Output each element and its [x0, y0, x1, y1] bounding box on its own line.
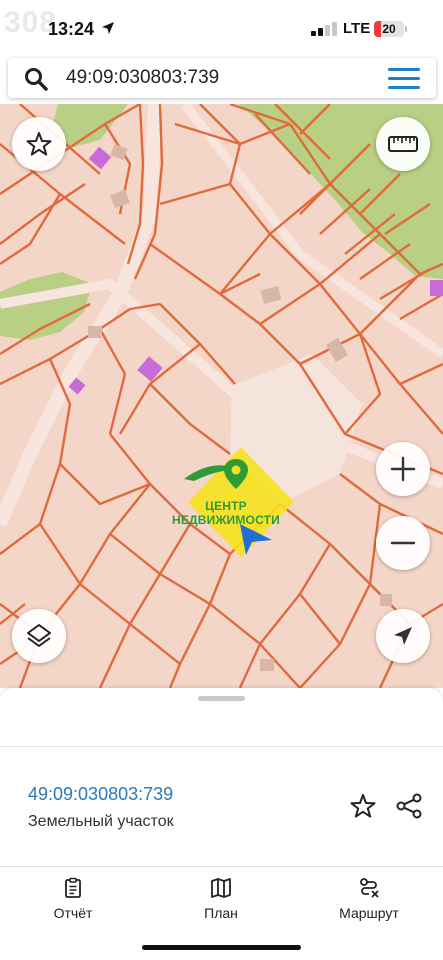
sheet-divider [0, 746, 443, 747]
tab-plan[interactable]: План [166, 877, 276, 927]
building [88, 326, 102, 338]
add-favorite-button[interactable] [348, 791, 378, 821]
status-bar: 308 13:24 LTE 20 [0, 0, 443, 56]
search-icon[interactable] [24, 67, 48, 91]
tab-route[interactable]: Маршрут [314, 877, 424, 927]
logo-text: ЦЕНТР НЕДВИЖИМОСТИ [171, 499, 281, 527]
search-bar [8, 58, 436, 98]
building [110, 189, 130, 209]
tab-plan-label: План [204, 905, 238, 921]
parcel-type-label: Земельный участок [28, 813, 174, 830]
my-location-button[interactable] [376, 609, 430, 663]
parcel-number-link[interactable]: 49:09:030803:739 [28, 784, 173, 805]
parcel-info-sheet[interactable]: 49:09:030803:739 Земельный участок [0, 688, 443, 868]
navigation-arrow-icon [394, 627, 412, 645]
ruler-button[interactable] [376, 117, 430, 171]
tab-report-label: Отчёт [53, 905, 93, 921]
battery-level: 20 [382, 22, 396, 36]
cadastral-map [0, 104, 443, 688]
star-icon [26, 132, 52, 156]
favorites-button[interactable] [12, 117, 66, 171]
home-indicator[interactable] [142, 945, 301, 950]
zoom-out-button[interactable] [376, 516, 430, 570]
share-button[interactable] [394, 791, 424, 821]
building [260, 285, 282, 305]
search-input[interactable] [66, 62, 366, 94]
battery-icon: 20 [374, 21, 404, 37]
building [380, 594, 392, 606]
tab-route-label: Маршрут [339, 905, 399, 921]
zoom-in-button[interactable] [376, 442, 430, 496]
tab-report[interactable]: Отчёт [18, 877, 128, 927]
user-location-arrow-icon [240, 524, 272, 555]
map-icon [211, 878, 231, 898]
location-arrow-icon [102, 22, 114, 34]
minus-icon [390, 541, 416, 545]
network-type: LTE [343, 20, 371, 37]
layers-button[interactable] [12, 609, 66, 663]
battery-tip [405, 26, 407, 32]
building [260, 659, 274, 671]
status-time: 13:24 [48, 19, 95, 39]
ruler-icon [388, 136, 418, 152]
sheet-drag-handle[interactable] [198, 696, 245, 701]
menu-icon[interactable] [388, 68, 420, 90]
cellular-signal-icon [311, 22, 337, 36]
agency-logo-watermark: ЦЕНТР НЕДВИЖИМОСТИ [156, 447, 296, 557]
report-icon [65, 877, 81, 898]
plus-icon [390, 456, 416, 482]
share-icon [396, 793, 422, 819]
layers-icon [27, 624, 51, 647]
poi-marker [430, 280, 443, 296]
route-icon [360, 878, 379, 898]
star-outline-icon [350, 794, 376, 818]
map-view[interactable]: ЦЕНТР НЕДВИЖИМОСТИ [0, 104, 443, 688]
